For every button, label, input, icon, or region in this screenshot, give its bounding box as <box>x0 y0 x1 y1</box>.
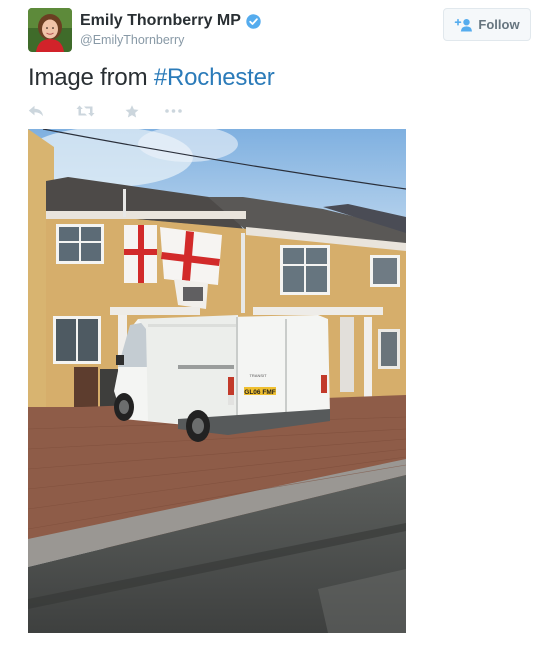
van-plate: GL06 FMF <box>244 389 275 396</box>
user-handle[interactable]: @EmilyThornberry <box>80 33 261 47</box>
tweet-actions <box>28 100 182 122</box>
reply-arrow-icon[interactable] <box>28 105 44 117</box>
hashtag-link[interactable]: #Rochester <box>154 64 275 91</box>
ellipsis-icon[interactable] <box>165 109 182 113</box>
house-photo: GL06 FMF TRANSIT <box>28 129 406 633</box>
author-block: Emily Thornberry MP @EmilyThornberry <box>80 12 261 47</box>
tweet-card: Emily Thornberry MP @EmilyThornberry Fol… <box>0 0 553 647</box>
name-row: Emily Thornberry MP <box>80 12 261 30</box>
follow-label: Follow <box>478 17 520 32</box>
retweet-icon[interactable] <box>76 105 95 117</box>
van-badge: TRANSIT <box>249 373 267 378</box>
tweet-text: Image from #Rochester <box>28 64 275 92</box>
display-name[interactable]: Emily Thornberry MP <box>80 12 241 30</box>
star-icon[interactable] <box>125 104 139 118</box>
follow-button[interactable]: Follow <box>443 8 531 41</box>
tweet-media-image[interactable]: GL06 FMF TRANSIT <box>28 129 406 633</box>
tweet-text-prefix: Image from <box>28 64 154 91</box>
person-plus-icon <box>454 18 473 32</box>
verified-badge-icon <box>246 13 261 29</box>
avatar[interactable] <box>28 8 72 52</box>
